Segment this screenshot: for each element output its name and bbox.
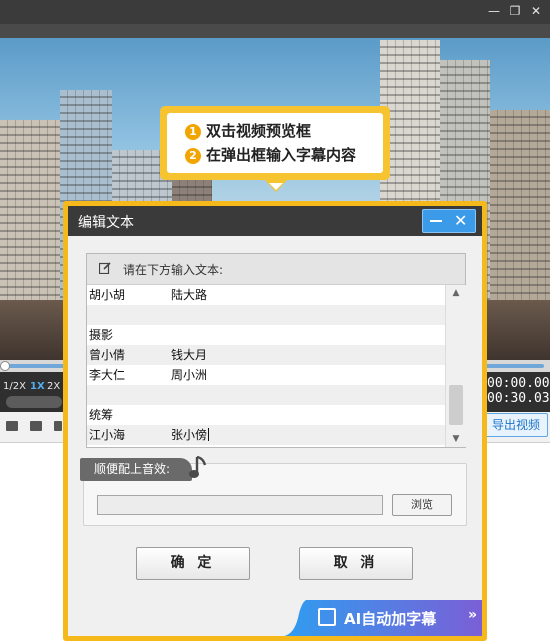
- dialog-body: 请在下方输入文本: 胡小胡 陆大路 摄影 曾小倩 钱大月 李大仁 周小洲 统筹 …: [68, 236, 482, 636]
- instruction-callout: 1 双击视频预览框 2 在弹出框输入字幕内容: [160, 106, 390, 180]
- close-icon[interactable]: ✕: [454, 210, 467, 232]
- text-area-header: 请在下方输入文本:: [87, 254, 465, 285]
- callout-step-1-text: 双击视频预览框: [206, 122, 312, 140]
- cancel-button[interactable]: 取 消: [299, 547, 413, 580]
- folder-icon[interactable]: [30, 421, 42, 431]
- dialog-titlebar[interactable]: 编辑文本 ✕: [68, 206, 482, 236]
- text-lines[interactable]: 胡小胡 陆大路 摄影 曾小倩 钱大月 李大仁 周小洲 统筹 江小海 张小傍: [87, 285, 445, 445]
- time-current: 00:00.000: [487, 376, 550, 391]
- text-line[interactable]: [87, 385, 445, 405]
- text-line[interactable]: 统筹: [87, 405, 445, 425]
- step-number-1: 1: [185, 124, 201, 140]
- music-note-icon: [189, 455, 207, 478]
- text-line[interactable]: 江小海 张小傍: [87, 425, 445, 445]
- text-line[interactable]: 曾小倩 钱大月: [87, 345, 445, 365]
- app-titlebar: — ❐ ✕: [0, 0, 550, 24]
- step-number-2: 2: [185, 148, 201, 164]
- text-line[interactable]: [87, 305, 445, 325]
- callout-step-1: 1 双击视频预览框: [185, 120, 311, 142]
- line-name: 摄影: [89, 328, 114, 342]
- line-name: 江小海: [89, 428, 126, 442]
- text-line[interactable]: 摄影: [87, 325, 445, 345]
- add-caption-icon: [318, 608, 336, 626]
- scroll-down-icon[interactable]: ▼: [448, 431, 464, 447]
- scroll-up-icon[interactable]: ▲: [448, 285, 464, 301]
- line-name: 统筹: [89, 408, 114, 422]
- callout-pointer-inner: [269, 183, 283, 190]
- browse-button[interactable]: 浏览: [392, 494, 452, 516]
- sound-effect-panel: 顺便配上音效: 浏览: [80, 455, 467, 526]
- app-menu-strip: [0, 24, 550, 38]
- line-name: 曾小倩: [89, 348, 126, 362]
- dialog-title: 编辑文本: [78, 215, 134, 231]
- ai-auto-subtitle-button[interactable]: AI自动加字幕 »: [284, 600, 482, 636]
- text-area-label: 请在下方输入文本:: [123, 263, 224, 277]
- line-name: 胡小胡: [89, 288, 126, 302]
- text-area-scrollbar[interactable]: ▲ ▼: [445, 285, 466, 447]
- callout-content: 1 双击视频预览框 2 在弹出框输入字幕内容: [167, 113, 383, 173]
- text-line[interactable]: 胡小胡 陆大路: [87, 285, 445, 305]
- chevron-right-icon: »: [468, 607, 478, 623]
- ai-auto-subtitle-label: AI自动加字幕: [344, 610, 437, 628]
- callout-step-2-text: 在弹出框输入字幕内容: [206, 146, 357, 164]
- speed-1x[interactable]: 1X: [30, 381, 45, 392]
- speed-half[interactable]: 1/2X: [3, 381, 26, 392]
- text-caret: [208, 428, 210, 441]
- scroll-thumb[interactable]: [449, 385, 463, 425]
- sound-file-input[interactable]: [97, 495, 383, 515]
- callout-step-2: 2 在弹出框输入字幕内容: [185, 144, 356, 166]
- text-line[interactable]: 李大仁 周小洲: [87, 365, 445, 385]
- line-value: 陆大路: [171, 288, 208, 302]
- edit-icon: [99, 262, 111, 274]
- dialog-window-controls: ✕: [422, 209, 476, 233]
- line-value-text: 张小傍: [171, 428, 208, 442]
- line-name: 李大仁: [89, 368, 126, 382]
- timeline-handle[interactable]: [0, 361, 10, 371]
- playback-buttons[interactable]: [6, 396, 62, 408]
- settings-icon[interactable]: [6, 421, 18, 431]
- sound-effect-label: 顺便配上音效:: [80, 458, 192, 481]
- edit-text-dialog: 编辑文本 ✕ 请在下方输入文本: 胡小胡 陆大路 摄影 曾小倩 钱大月 李大仁 …: [63, 201, 487, 641]
- line-value: 钱大月: [171, 348, 208, 362]
- file-icon[interactable]: [54, 421, 62, 431]
- line-value: 张小傍: [171, 425, 210, 445]
- ok-button[interactable]: 确 定: [136, 547, 250, 580]
- minimize-icon[interactable]: [430, 220, 442, 222]
- speed-2x[interactable]: 2X: [47, 381, 60, 392]
- restore-icon[interactable]: ❐: [507, 3, 523, 19]
- minimize-icon[interactable]: —: [486, 3, 502, 19]
- export-video-button[interactable]: 导出视频: [484, 413, 548, 437]
- subtitle-text-area[interactable]: 请在下方输入文本: 胡小胡 陆大路 摄影 曾小倩 钱大月 李大仁 周小洲 统筹 …: [86, 253, 466, 448]
- time-total: 00:30.030: [487, 391, 550, 406]
- line-value: 周小洲: [171, 368, 208, 382]
- close-icon[interactable]: ✕: [528, 3, 544, 19]
